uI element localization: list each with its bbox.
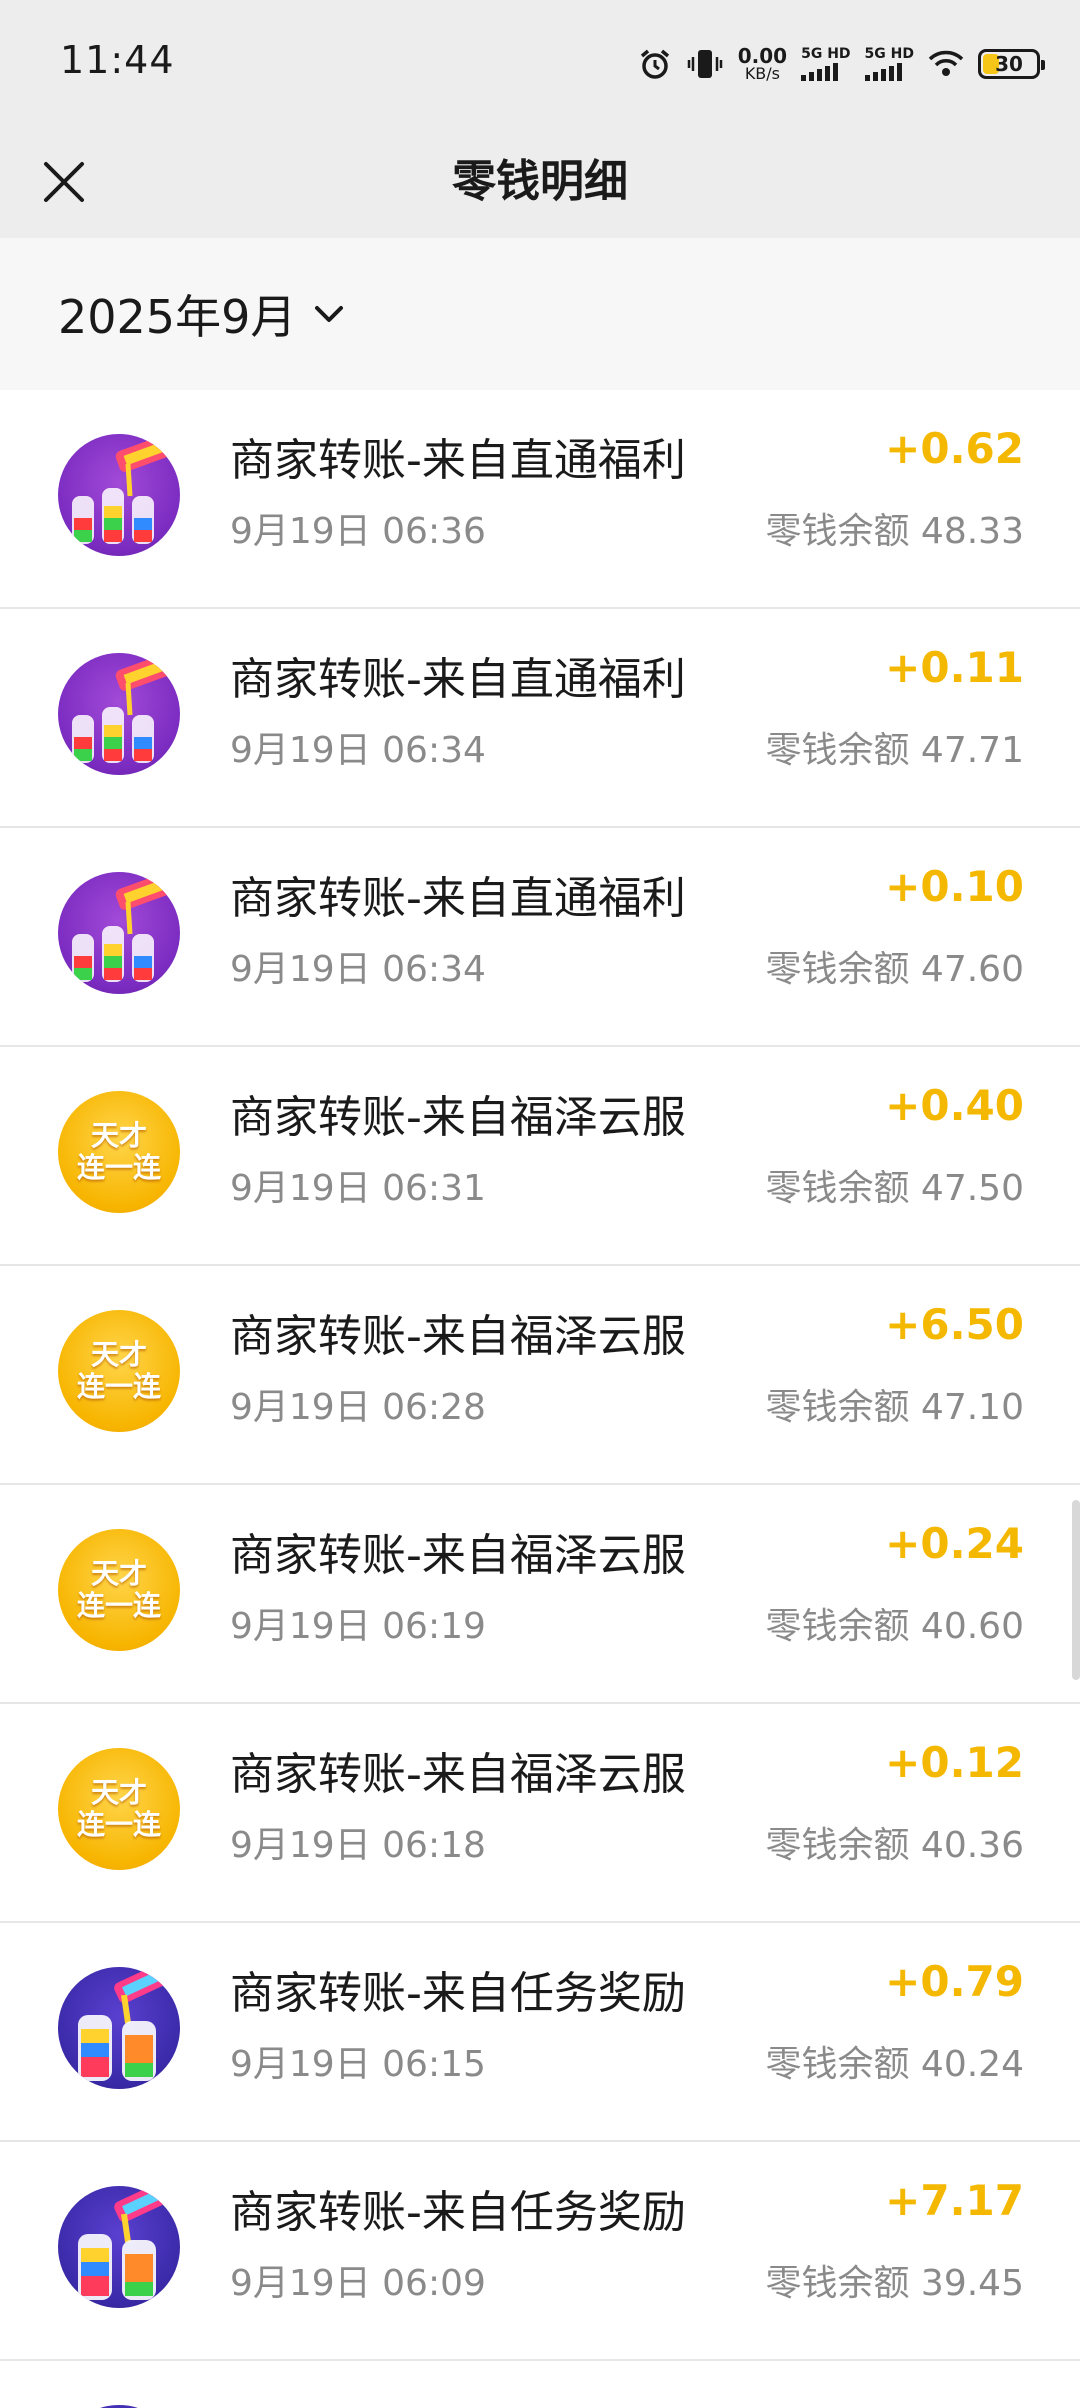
scrollbar[interactable] xyxy=(1072,1500,1080,1680)
transaction-amount: +0.24 xyxy=(885,1519,1024,1568)
transaction-balance: 零钱余额 40.36 xyxy=(765,1825,1024,1866)
transaction-balance: 零钱余额 47.50 xyxy=(765,1168,1024,1209)
sim1-label: 5G HD xyxy=(801,46,851,62)
app-icon-text: 天才 xyxy=(90,1119,147,1152)
genius-link-app-icon: 天才 连一连 xyxy=(58,1748,180,1870)
transaction-balance: 零钱余额 47.60 xyxy=(765,949,1024,990)
nav-bar: 零钱明细 xyxy=(0,126,1080,238)
month-label: 2025年9月 xyxy=(58,290,297,344)
transaction-row[interactable]: 天才 连一连 商家转账-来自福泽云服 9月19日 06:19 +0.24 零钱余额 40.… xyxy=(0,1485,1080,1704)
month-selector[interactable]: 2025年9月 xyxy=(58,282,346,346)
sim2-label: 5G HD xyxy=(864,46,914,62)
transaction-list: 商家转账-来自直通福利 9月19日 06:36 +0.62 零钱余额 48.33 商家… xyxy=(0,390,1080,2361)
transaction-title: 商家转账-来自福泽云服 xyxy=(230,1311,686,1362)
app-icon-text: 连一连 xyxy=(76,1808,161,1841)
list-item-partial xyxy=(0,2361,1080,2408)
close-icon xyxy=(44,162,84,202)
transaction-balance: 零钱余额 47.10 xyxy=(765,1387,1024,1428)
battery-level: 30 xyxy=(995,52,1023,76)
app-icon-text: 天才 xyxy=(90,1557,147,1590)
transaction-balance: 零钱余额 40.60 xyxy=(765,1606,1024,1647)
transaction-amount: +0.79 xyxy=(885,1957,1024,2006)
transaction-amount: +0.12 xyxy=(885,1738,1024,1787)
transaction-row[interactable]: 商家转账-来自直通福利 9月19日 06:36 +0.62 零钱余额 48.33 xyxy=(0,390,1080,609)
transaction-amount: +7.17 xyxy=(885,2176,1024,2225)
color-bottles-app-icon xyxy=(58,653,180,775)
status-bar: 11:44 0.00 KB/s 5G HD 5G HD 30 xyxy=(0,0,1080,126)
transaction-amount: +6.50 xyxy=(885,1300,1024,1349)
network-speed-value: 0.00 xyxy=(737,44,788,68)
app-icon-text: 连一连 xyxy=(76,1370,161,1403)
network-speed-unit: KB/s xyxy=(744,64,781,83)
transaction-title: 商家转账-来自直通福利 xyxy=(230,654,686,705)
transaction-time: 9月19日 06:36 xyxy=(230,511,486,552)
transaction-row[interactable]: 商家转账-来自直通福利 9月19日 06:34 +0.10 零钱余额 47.60 xyxy=(0,828,1080,1047)
transaction-row[interactable]: 天才 连一连 商家转账-来自福泽云服 9月19日 06:31 +0.40 零钱余额 47.… xyxy=(0,1047,1080,1266)
transaction-title: 商家转账-来自福泽云服 xyxy=(230,1092,686,1143)
month-filter-bar: 2025年9月 xyxy=(0,238,1080,390)
transaction-title: 商家转账-来自任务奖励 xyxy=(230,2187,686,2238)
genius-link-app-icon: 天才 连一连 xyxy=(58,1091,180,1213)
water-sort-app-icon xyxy=(58,2186,180,2308)
transaction-balance: 零钱余额 40.24 xyxy=(765,2044,1024,2085)
transaction-amount: +0.10 xyxy=(885,862,1024,911)
app-icon-text: 天才 xyxy=(90,1776,147,1809)
transaction-balance: 零钱余额 48.33 xyxy=(765,511,1024,552)
genius-link-app-icon: 天才 连一连 xyxy=(58,1310,180,1432)
transaction-row[interactable]: 天才 连一连 商家转账-来自福泽云服 9月19日 06:18 +0.12 零钱余额 40.… xyxy=(0,1704,1080,1923)
transaction-title: 商家转账-来自福泽云服 xyxy=(230,1749,686,1800)
transaction-time: 9月19日 06:28 xyxy=(230,1387,486,1428)
app-icon-text: 连一连 xyxy=(76,1151,161,1184)
transaction-amount: +0.40 xyxy=(885,1081,1024,1130)
network-speed: 0.00 KB/s xyxy=(738,46,787,82)
transaction-balance: 零钱余额 39.45 xyxy=(765,2263,1024,2304)
transaction-amount: +0.62 xyxy=(885,424,1024,473)
water-sort-app-icon xyxy=(58,1967,180,2089)
sim1-signal: 5G HD xyxy=(801,46,851,81)
transaction-time: 9月19日 06:18 xyxy=(230,1825,486,1866)
transaction-time: 9月19日 06:34 xyxy=(230,730,486,771)
status-time: 11:44 xyxy=(60,38,175,82)
chevron-down-icon xyxy=(312,297,346,331)
transaction-time: 9月19日 06:09 xyxy=(230,2263,486,2304)
wifi-icon xyxy=(928,49,964,79)
close-button[interactable] xyxy=(22,140,106,224)
transaction-title: 商家转账-来自直通福利 xyxy=(230,873,686,924)
transaction-title: 商家转账-来自福泽云服 xyxy=(230,1530,686,1581)
app-icon-text: 天才 xyxy=(90,1338,147,1371)
signal-icon xyxy=(801,63,839,81)
genius-link-app-icon: 天才 连一连 xyxy=(58,1529,180,1651)
app-icon-text: 连一连 xyxy=(76,1589,161,1622)
transaction-row[interactable]: 天才 连一连 商家转账-来自福泽云服 9月19日 06:28 +6.50 零钱余额 47.… xyxy=(0,1266,1080,1485)
transaction-title: 商家转账-来自任务奖励 xyxy=(230,1968,686,2019)
status-icons: 0.00 KB/s 5G HD 5G HD 30 xyxy=(638,40,1045,88)
transaction-time: 9月19日 06:31 xyxy=(230,1168,486,1209)
transaction-time: 9月19日 06:34 xyxy=(230,949,486,990)
vibrate-icon xyxy=(686,47,724,81)
color-bottles-app-icon xyxy=(58,872,180,994)
page-title: 零钱明细 xyxy=(452,156,628,207)
transaction-row[interactable]: 商家转账-来自任务奖励 9月19日 06:09 +7.17 零钱余额 39.45 xyxy=(0,2142,1080,2361)
transaction-row[interactable]: 商家转账-来自任务奖励 9月19日 06:15 +0.79 零钱余额 40.24 xyxy=(0,1923,1080,2142)
color-bottles-app-icon xyxy=(58,434,180,556)
signal-icon xyxy=(864,63,902,81)
transaction-time: 9月19日 06:15 xyxy=(230,2044,486,2085)
sim2-signal: 5G HD xyxy=(864,46,914,81)
transaction-amount: +0.11 xyxy=(885,643,1024,692)
battery-icon: 30 xyxy=(978,49,1045,79)
transaction-row[interactable]: 商家转账-来自直通福利 9月19日 06:34 +0.11 零钱余额 47.71 xyxy=(0,609,1080,828)
transaction-balance: 零钱余额 47.71 xyxy=(765,730,1024,771)
alarm-icon xyxy=(638,47,672,81)
transaction-title: 商家转账-来自直通福利 xyxy=(230,435,686,486)
transaction-time: 9月19日 06:19 xyxy=(230,1606,486,1647)
